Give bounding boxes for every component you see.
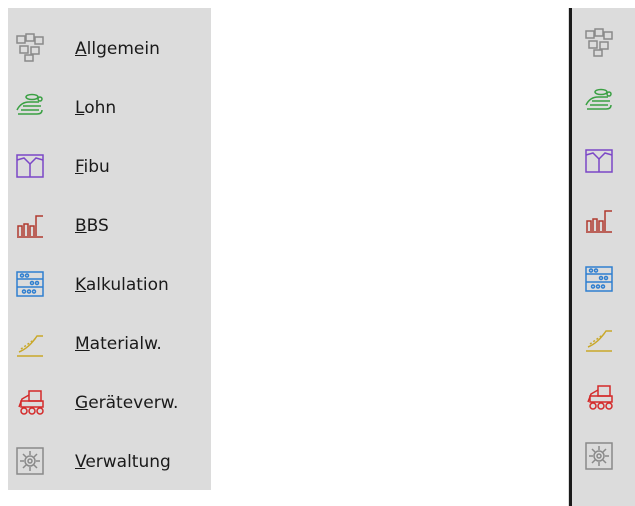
gear-icon[interactable] bbox=[584, 441, 614, 471]
nav-item-materialw[interactable]: Materialw. bbox=[8, 315, 211, 373]
accelerator-letter: K bbox=[75, 275, 86, 295]
ramp-icon bbox=[17, 335, 43, 357]
nav-item-lohn[interactable]: Lohn bbox=[8, 79, 211, 137]
navigation-panel: Allgemein Lohn Fibu BBS Kalkulation Mate… bbox=[8, 8, 211, 490]
abacus-icon[interactable] bbox=[584, 264, 614, 294]
accelerator-letter: M bbox=[75, 334, 90, 354]
nav-item-label-rest: ibu bbox=[83, 157, 110, 177]
nav-item-label-rest: erwaltung bbox=[85, 452, 171, 472]
ramp-icon[interactable] bbox=[584, 323, 614, 353]
nav-item-label: Lohn bbox=[75, 79, 116, 137]
excavator-icon bbox=[18, 390, 44, 415]
nav-item-label: Fibu bbox=[75, 138, 110, 196]
nav-item-fibu[interactable]: Fibu bbox=[8, 138, 211, 196]
network-boxes-icon[interactable] bbox=[584, 28, 614, 58]
hand-coins-icon bbox=[16, 93, 43, 115]
accelerator-letter: B bbox=[75, 216, 87, 236]
nav-item-label: Verwaltung bbox=[75, 433, 171, 491]
network-boxes-icon bbox=[16, 33, 44, 62]
nav-item-label: Kalkulation bbox=[75, 256, 169, 314]
nav-item-label: Allgemein bbox=[75, 20, 160, 78]
nav-item-geraeteverw[interactable]: Geräteverw. bbox=[8, 374, 211, 432]
excavator-icon[interactable] bbox=[584, 382, 614, 412]
collapsed-navigation-strip bbox=[568, 8, 635, 506]
nav-item-label: BBS bbox=[75, 197, 109, 255]
nav-item-bbs[interactable]: BBS bbox=[8, 197, 211, 255]
abacus-icon bbox=[16, 271, 44, 297]
ledger-icon bbox=[16, 154, 44, 178]
nav-item-label-rest: eräteverw. bbox=[88, 393, 179, 413]
accelerator-letter: L bbox=[75, 98, 85, 118]
nav-item-allgemein[interactable]: Allgemein bbox=[8, 20, 211, 78]
nav-item-verwaltung[interactable]: Verwaltung bbox=[8, 433, 211, 491]
nav-item-label-rest: aterialw. bbox=[89, 334, 162, 354]
hand-coins-icon[interactable] bbox=[584, 87, 614, 117]
nav-item-label-rest: alkulation bbox=[85, 275, 169, 295]
nav-item-label-rest: llgemein bbox=[86, 39, 160, 59]
nav-item-kalkulation[interactable]: Kalkulation bbox=[8, 256, 211, 314]
nav-item-label-rest: BS bbox=[86, 216, 109, 236]
gear-icon bbox=[16, 447, 44, 475]
splitter-handle[interactable] bbox=[569, 8, 572, 506]
nav-item-label: Materialw. bbox=[75, 315, 162, 373]
ledger-icon[interactable] bbox=[584, 146, 614, 176]
accelerator-letter: F bbox=[75, 157, 84, 177]
bar-chart-icon[interactable] bbox=[584, 205, 614, 235]
accelerator-letter: G bbox=[75, 393, 89, 413]
bar-chart-icon bbox=[17, 215, 43, 238]
nav-item-label-rest: ohn bbox=[84, 98, 117, 118]
nav-item-label: Geräteverw. bbox=[75, 374, 178, 432]
accelerator-letter: V bbox=[75, 452, 86, 472]
accelerator-letter: A bbox=[75, 39, 87, 59]
